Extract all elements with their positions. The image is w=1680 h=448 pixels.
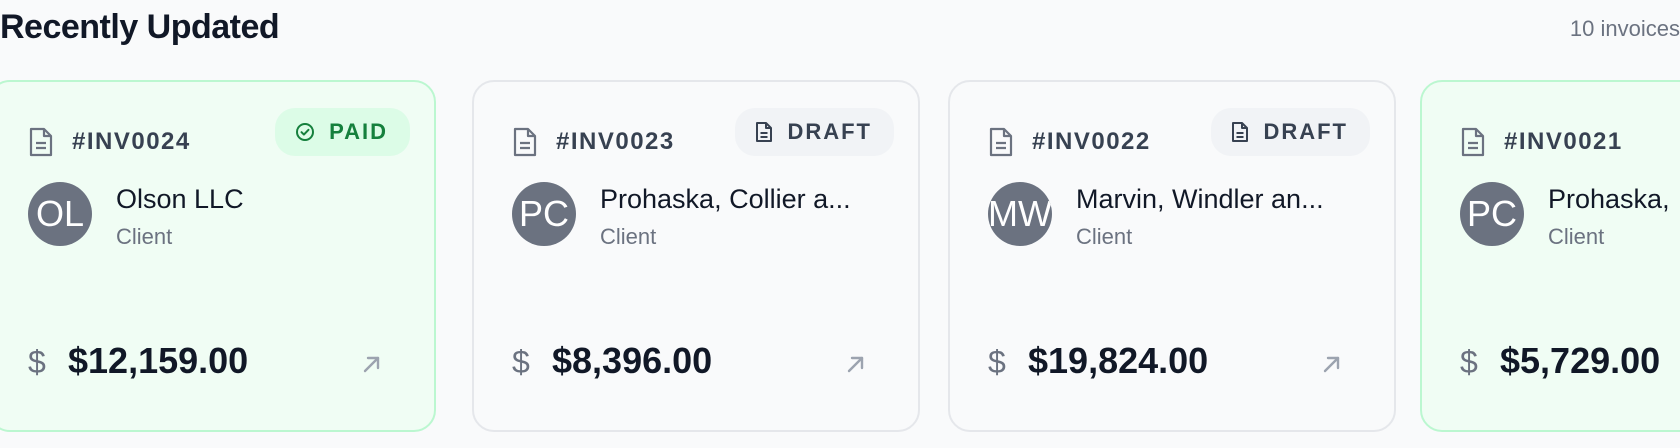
invoice-card[interactable]: #INV0024 PAID OL Olson LLC Client $ $12,… <box>0 80 436 432</box>
invoice-number: #INV0023 <box>556 128 675 155</box>
invoice-count: 10 invoices <box>1569 16 1680 41</box>
dollar-icon: $ <box>28 344 46 380</box>
document-icon <box>29 127 53 157</box>
client-name: Prohaska, <box>1548 184 1670 214</box>
arrow-up-right-icon[interactable] <box>844 352 868 376</box>
invoice-amount: $19,824.00 <box>1028 340 1209 381</box>
status-badge: DRAFT <box>1211 108 1370 156</box>
avatar: PC <box>512 182 576 246</box>
client-role: Client <box>1548 224 1605 249</box>
invoice-number: #INV0021 <box>1504 128 1623 155</box>
client-role: Client <box>600 224 657 249</box>
section-title: Recently Updated <box>0 8 280 46</box>
invoice-card[interactable]: #INV0021 PC Prohaska, Client $ $5,729.00 <box>1420 80 1680 432</box>
arrow-up-right-icon[interactable] <box>360 352 384 376</box>
section-header: Recently Updated 10 invoices <box>0 0 1680 60</box>
status-label: DRAFT <box>787 119 872 144</box>
invoice-number: #INV0022 <box>1032 128 1151 155</box>
invoice-card[interactable]: #INV0023 DRAFT PC Prohaska, Collier a...… <box>472 80 920 432</box>
document-icon <box>1232 122 1249 142</box>
client-role: Client <box>1076 224 1133 249</box>
client-name: Marvin, Windler an... <box>1076 184 1324 214</box>
client-role: Client <box>116 224 173 249</box>
client-name: Prohaska, Collier a... <box>600 184 851 214</box>
document-icon <box>756 122 773 142</box>
dollar-icon: $ <box>988 344 1006 380</box>
avatar: MW <box>988 182 1052 246</box>
document-icon <box>513 127 537 157</box>
check-circle-icon <box>296 123 315 141</box>
status-label: DRAFT <box>1263 119 1348 144</box>
document-icon <box>1461 127 1485 157</box>
avatar: PC <box>1460 182 1524 246</box>
status-badge: PAID <box>275 108 410 156</box>
invoice-number: #INV0024 <box>72 128 191 155</box>
document-icon <box>989 127 1013 157</box>
invoice-card-list: #INV0024 PAID OL Olson LLC Client $ $12,… <box>0 80 1680 432</box>
invoice-amount: $12,159.00 <box>68 340 249 381</box>
invoice-amount: $5,729.00 <box>1500 340 1661 381</box>
status-label: PAID <box>329 119 388 144</box>
dollar-icon: $ <box>512 344 530 380</box>
invoice-card[interactable]: #INV0022 DRAFT MW Marvin, Windler an... … <box>948 80 1396 432</box>
avatar: OL <box>28 182 92 246</box>
client-name: Olson LLC <box>116 184 244 214</box>
dollar-icon: $ <box>1460 344 1478 380</box>
invoice-amount: $8,396.00 <box>552 340 713 381</box>
status-badge: DRAFT <box>735 108 894 156</box>
arrow-up-right-icon[interactable] <box>1320 352 1344 376</box>
